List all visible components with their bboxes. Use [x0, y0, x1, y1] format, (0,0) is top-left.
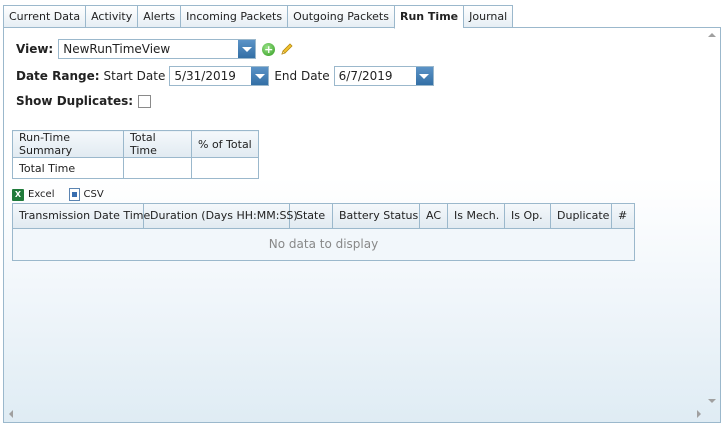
table-row: Total Time	[12, 157, 259, 179]
start-date-label: Start Date	[103, 69, 166, 83]
show-duplicates-label: Show Duplicates:	[16, 94, 134, 108]
excel-icon: X	[12, 188, 24, 201]
summary-cell-label: Total Time	[12, 157, 124, 179]
scroll-left-icon[interactable]	[9, 410, 13, 418]
tab-current-data[interactable]: Current Data	[3, 5, 86, 28]
pencil-icon[interactable]	[279, 41, 295, 57]
col-duplicate[interactable]: Duplicate	[551, 204, 612, 228]
csv-icon	[68, 188, 80, 201]
horizontal-scrollbar[interactable]	[5, 407, 705, 421]
end-date-value: 6/7/2019	[338, 69, 393, 83]
summary-cell-total-time	[123, 157, 192, 179]
grid-header-row: Transmission Date Time Duration (Days HH…	[13, 204, 634, 229]
summary-header-total-time: Total Time	[123, 130, 192, 158]
col-is-op[interactable]: Is Op.	[505, 204, 551, 228]
vertical-scrollbar[interactable]	[705, 29, 719, 407]
date-range-label: Date Range:	[16, 69, 100, 83]
run-time-summary-table: Run-Time Summary Total Time % of Total T…	[12, 130, 259, 179]
chevron-down-icon	[254, 73, 265, 79]
col-battery-status[interactable]: Battery Status	[333, 204, 420, 228]
show-duplicates-row: Show Duplicates:	[16, 94, 152, 108]
tab-activity[interactable]: Activity	[85, 5, 138, 28]
summary-header-row: Run-Time Summary Total Time % of Total	[12, 130, 259, 158]
scroll-up-icon[interactable]	[708, 33, 716, 37]
run-time-panel: View: NewRunTimeView + Date Range: Start…	[3, 27, 721, 423]
tab-outgoing-packets[interactable]: Outgoing Packets	[287, 5, 394, 28]
view-row: View: NewRunTimeView +	[16, 39, 295, 59]
add-circle-icon[interactable]: +	[262, 42, 276, 56]
tab-bar: Current Data Activity Alerts Incoming Pa…	[3, 5, 514, 29]
scroll-right-icon[interactable]	[697, 410, 701, 418]
view-dropdown-button[interactable]	[238, 40, 256, 58]
col-transmission-date-time[interactable]: Transmission Date Time	[13, 204, 150, 228]
scroll-down-icon[interactable]	[708, 399, 716, 403]
summary-cell-percent	[191, 157, 259, 179]
col-ac[interactable]: AC	[420, 204, 448, 228]
tab-run-time[interactable]: Run Time	[393, 5, 464, 29]
end-date-dropdown-button[interactable]	[415, 67, 433, 85]
tab-incoming-packets[interactable]: Incoming Packets	[180, 5, 288, 28]
excel-export-button[interactable]: X Excel	[12, 188, 55, 201]
view-select[interactable]: NewRunTimeView	[58, 39, 257, 59]
col-is-mech[interactable]: Is Mech.	[448, 204, 505, 228]
summary-header-run-time-summary: Run-Time Summary	[12, 130, 124, 158]
tab-alerts[interactable]: Alerts	[137, 5, 181, 28]
grid-empty-message: No data to display	[13, 229, 634, 260]
end-date-picker[interactable]: 6/7/2019	[333, 66, 434, 86]
tab-journal[interactable]: Journal	[463, 5, 514, 28]
transmissions-grid: Transmission Date Time Duration (Days HH…	[12, 203, 635, 261]
excel-export-label: Excel	[28, 189, 55, 200]
date-range-row: Date Range: Start Date 5/31/2019 End Dat…	[16, 66, 434, 86]
start-date-picker[interactable]: 5/31/2019	[169, 66, 270, 86]
start-date-dropdown-button[interactable]	[251, 67, 269, 85]
runtime-app: Current Data Activity Alerts Incoming Pa…	[0, 0, 723, 428]
csv-export-label: CSV	[83, 189, 104, 200]
export-links: X Excel CSV	[12, 188, 118, 201]
end-date-label: End Date	[274, 69, 330, 83]
view-label: View:	[16, 42, 54, 56]
col-duration[interactable]: Duration (Days HH:MM:SS)	[144, 204, 298, 228]
col-state[interactable]: State	[290, 204, 333, 228]
start-date-value: 5/31/2019	[174, 69, 236, 83]
show-duplicates-checkbox[interactable]	[138, 94, 152, 108]
chevron-down-icon	[241, 46, 252, 52]
view-select-value: NewRunTimeView	[63, 42, 171, 56]
csv-export-button[interactable]: CSV	[68, 188, 104, 201]
chevron-down-icon	[419, 73, 430, 79]
col-number[interactable]: #	[612, 204, 634, 228]
summary-header-percent-of-total: % of Total	[191, 130, 259, 158]
